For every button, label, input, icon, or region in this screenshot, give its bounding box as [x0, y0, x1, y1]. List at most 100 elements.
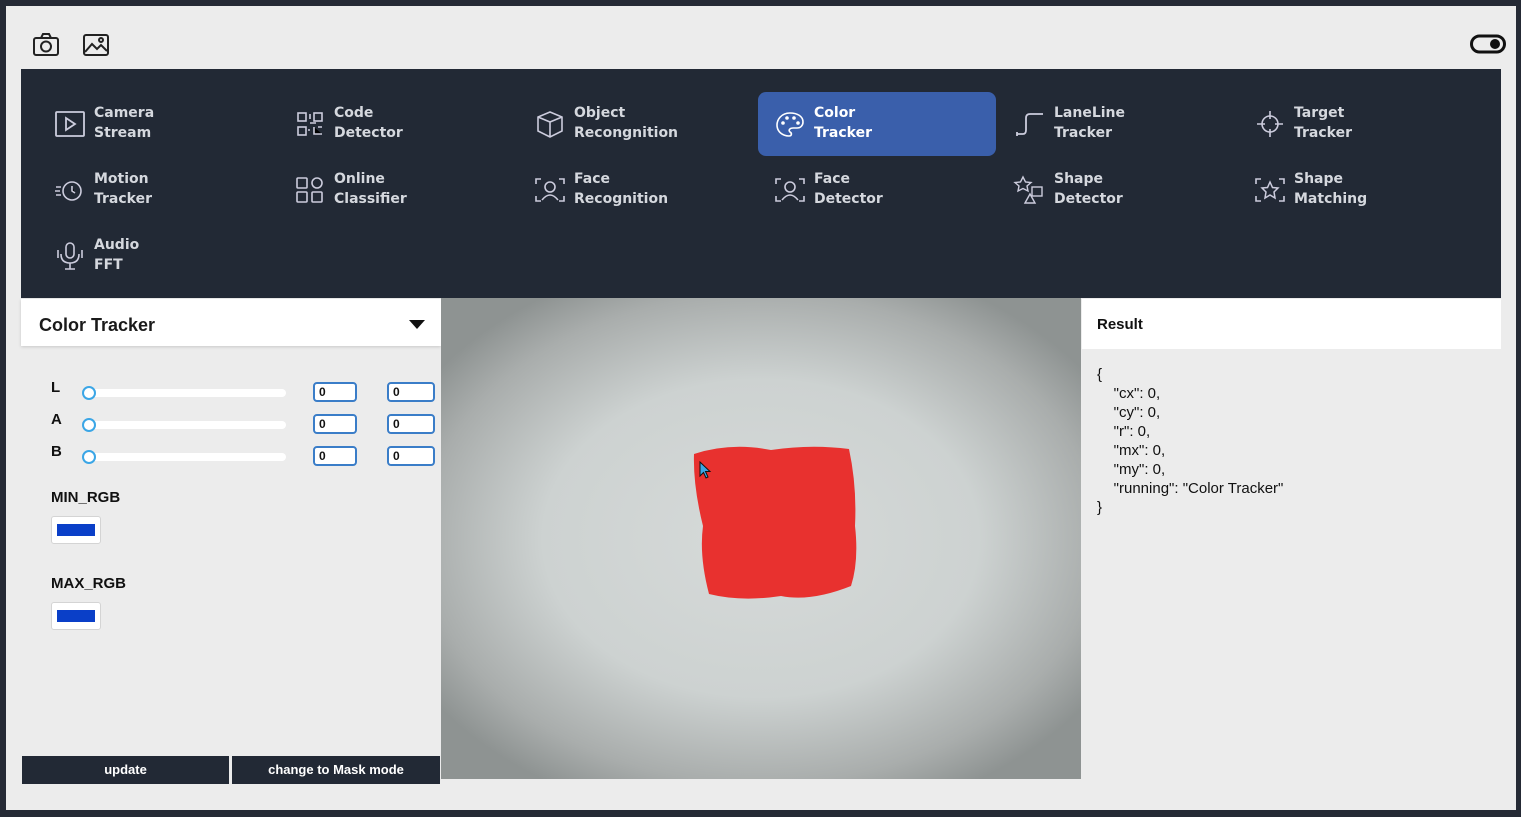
nav-item-label: Tracker: [1054, 125, 1112, 141]
min-value-input[interactable]: 0: [313, 382, 357, 402]
nav-item-label: Audio: [94, 237, 140, 253]
result-line: "cy": 0,: [1097, 404, 1161, 421]
nav-item-shape-detector[interactable]: Shape Detector: [998, 158, 1236, 222]
nav-item-laneline-tracker[interactable]: LaneLine Tracker: [998, 92, 1236, 156]
nav-item-label: Camera: [94, 105, 155, 121]
slider-label: A: [51, 411, 62, 428]
nav-item-label: Shape: [1054, 171, 1104, 187]
result-title: Result: [1097, 316, 1143, 333]
app-window: Camera Stream Code Detector Object Recongniti…: [6, 6, 1516, 810]
nav-item-camera-stream[interactable]: Camera Stream: [38, 92, 276, 156]
nav-item-face-recognition[interactable]: Face Recognition: [518, 158, 756, 222]
slider-thumb[interactable]: [82, 386, 96, 400]
slider-row-a: A 0 0: [21, 411, 441, 437]
nav-item-label: Tracker: [1294, 125, 1352, 141]
slider-row-b: B 0 0: [21, 443, 441, 469]
shapes-icon: [1012, 174, 1048, 206]
nav-item-face-detector[interactable]: Face Detector: [758, 158, 996, 222]
palette-icon: [772, 108, 808, 140]
nav-item-shape-matching[interactable]: Shape Matching: [1238, 158, 1476, 222]
nav-item-label: Detector: [1054, 191, 1123, 207]
max-rgb-label: MAX_RGB: [51, 575, 127, 592]
nav-item-label: Object: [574, 105, 626, 121]
max-rgb-swatch[interactable]: [51, 602, 101, 630]
nav-item-label: Face: [574, 171, 610, 187]
slider-row-l: L 0 0: [21, 379, 441, 405]
nav-item-label: FFT: [94, 257, 123, 273]
face-scan-icon: [532, 174, 568, 206]
qr-code-icon: [292, 108, 328, 140]
min-value-input[interactable]: 0: [313, 446, 357, 466]
camera-view[interactable]: [441, 298, 1081, 779]
slider-thumb[interactable]: [82, 450, 96, 464]
star-scan-icon: [1252, 174, 1288, 206]
slider-track[interactable]: [89, 453, 286, 461]
result-line: {: [1097, 366, 1103, 383]
nav-item-label: Shape: [1294, 171, 1344, 187]
nav-item-label: Recognition: [574, 191, 669, 207]
mask-mode-button[interactable]: change to Mask mode: [232, 756, 440, 784]
result-line: "mx": 0,: [1097, 442, 1166, 459]
slider-track[interactable]: [89, 389, 286, 397]
nav-item-label: Tracker: [94, 191, 152, 207]
lane-icon: [1012, 108, 1048, 140]
top-toolbar: [6, 6, 1516, 69]
mouse-pointer-icon: [699, 461, 712, 479]
panel-header: Color Tracker: [21, 299, 441, 346]
slider-label: B: [51, 443, 62, 460]
max-value-input[interactable]: 0: [387, 446, 435, 466]
result-line: "my": 0,: [1097, 461, 1166, 478]
slider-label: L: [51, 379, 61, 396]
nav-item-label: Stream: [94, 125, 152, 141]
result-panel: Result { "cx": 0, "cy": 0, "r": 0, "mx":…: [1082, 299, 1501, 779]
max-value-input[interactable]: 0: [387, 414, 435, 434]
face-scan-icon: [772, 174, 808, 206]
nav-item-object-recongnition[interactable]: Object Recongnition: [518, 92, 756, 156]
min-rgb-label: MIN_RGB: [51, 489, 121, 506]
settings-panel: Color Tracker L 0 0 A 0 0 B 0 0 MIN_RGB: [21, 299, 441, 784]
nav-item-label: Target: [1294, 105, 1345, 121]
update-button[interactable]: update: [22, 756, 229, 784]
min-value-input[interactable]: 0: [313, 414, 357, 434]
nav-item-label: Detector: [814, 191, 883, 207]
motion-icon: [52, 174, 88, 206]
camera-icon[interactable]: [31, 30, 61, 60]
nav-item-label: Motion: [94, 171, 149, 187]
color-swatch: [57, 524, 95, 536]
max-value-input[interactable]: 0: [387, 382, 435, 402]
slider-thumb[interactable]: [82, 418, 96, 432]
nav-item-audio-fft[interactable]: Audio FFT: [38, 224, 276, 288]
nav-item-online-classifier[interactable]: Online Classifier: [278, 158, 516, 222]
nav-item-code-detector[interactable]: Code Detector: [278, 92, 516, 156]
app-navigation: Camera Stream Code Detector Object Recongniti…: [21, 69, 1501, 298]
grid-icon: [292, 174, 328, 206]
color-swatch: [57, 610, 95, 622]
nav-item-label: Code: [334, 105, 374, 121]
toggle-icon[interactable]: [1470, 33, 1506, 55]
nav-item-label: Tracker: [814, 125, 872, 141]
nav-item-label: Matching: [1294, 191, 1368, 207]
result-line: "running": "Color Tracker": [1097, 480, 1284, 497]
play-icon: [52, 108, 88, 140]
chevron-down-icon[interactable]: [409, 320, 425, 329]
tracked-color-blob: [693, 446, 857, 599]
result-line: "cx": 0,: [1097, 385, 1161, 402]
nav-item-label: Online: [334, 171, 385, 187]
nav-item-label: Face: [814, 171, 850, 187]
nav-item-label: Classifier: [334, 191, 407, 207]
image-icon[interactable]: [81, 30, 111, 60]
panel-title: Color Tracker: [39, 315, 156, 335]
min-rgb-swatch[interactable]: [51, 516, 101, 544]
nav-item-target-tracker[interactable]: Target Tracker: [1238, 92, 1476, 156]
result-line: }: [1097, 499, 1103, 516]
slider-track[interactable]: [89, 421, 286, 429]
nav-item-motion-tracker[interactable]: Motion Tracker: [38, 158, 276, 222]
nav-item-color-tracker[interactable]: Color Tracker: [758, 92, 996, 156]
nav-item-label: Detector: [334, 125, 403, 141]
nav-item-label: LaneLine: [1054, 105, 1126, 121]
result-header: Result: [1082, 299, 1501, 349]
crosshair-icon: [1252, 108, 1288, 140]
microphone-icon: [52, 240, 88, 272]
nav-item-label: Color: [814, 105, 856, 121]
result-line: "r": 0,: [1097, 423, 1151, 440]
